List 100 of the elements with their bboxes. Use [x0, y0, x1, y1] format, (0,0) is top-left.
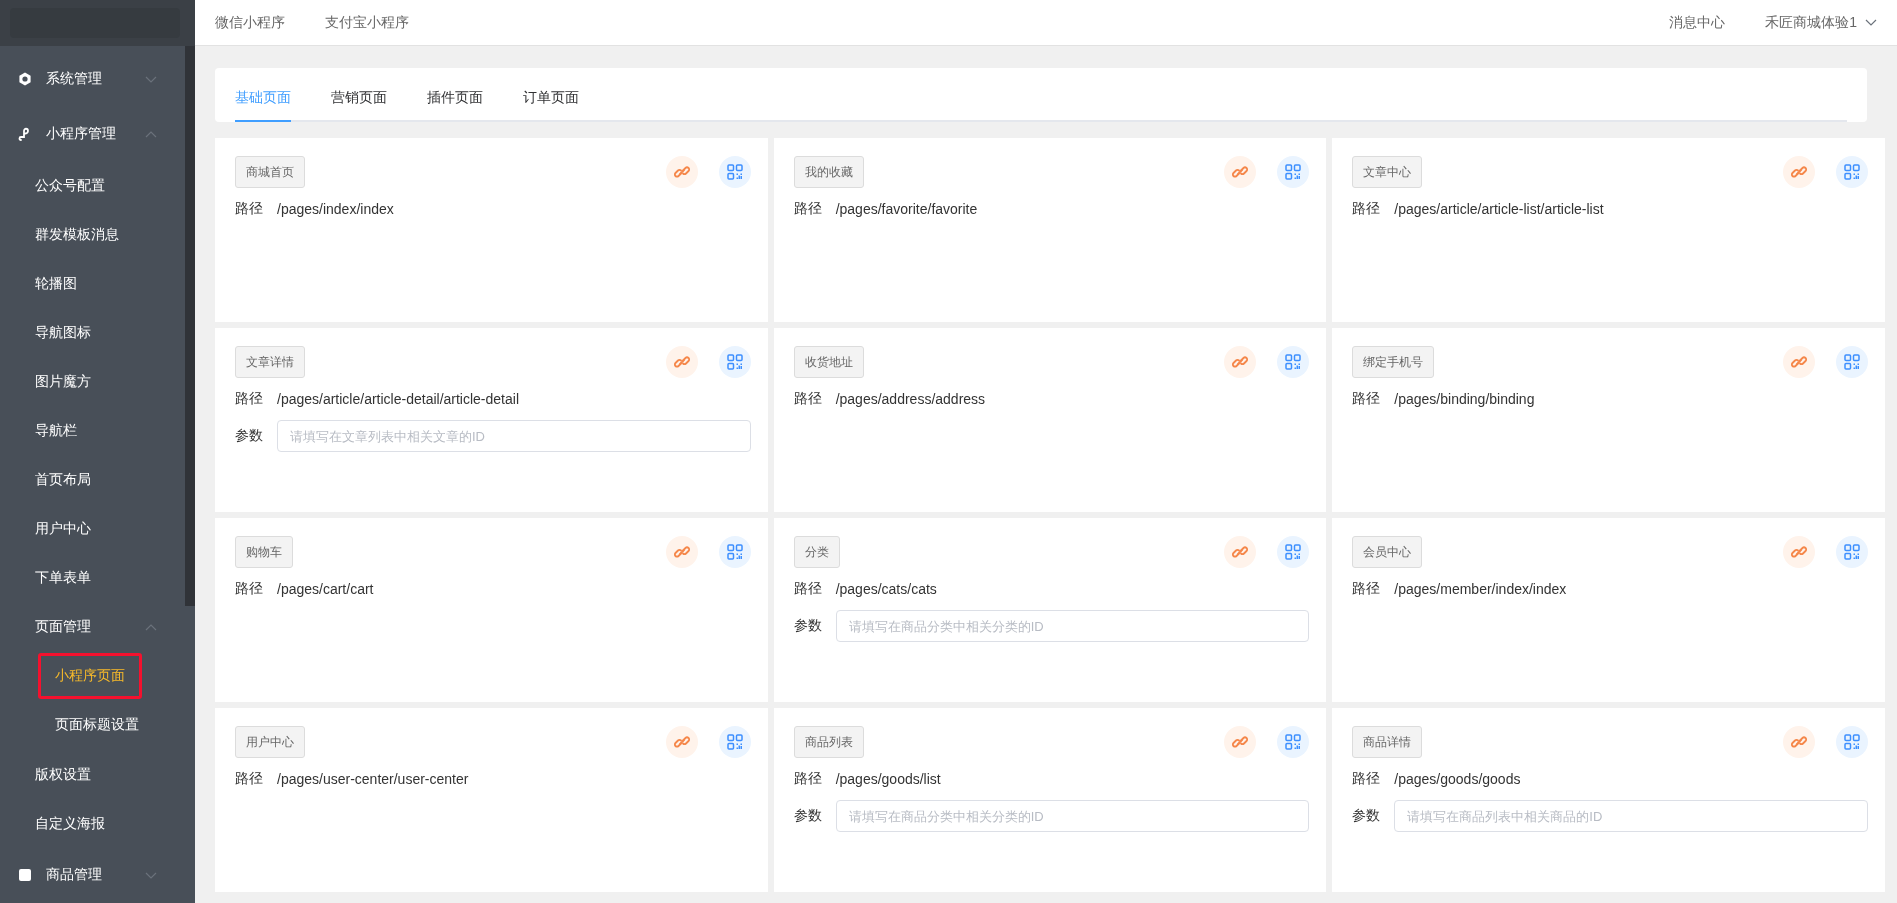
message-center-link[interactable]: 消息中心 [1669, 13, 1726, 32]
path-label: 路径 [1352, 580, 1382, 598]
page-name-tag: 文章中心 [1352, 156, 1423, 188]
user-menu[interactable]: 禾匠商城体验1 [1765, 13, 1857, 32]
menu-item[interactable]: 自定义海报 [0, 799, 185, 849]
menu-group[interactable]: 商品管理 [0, 848, 185, 903]
param-label: 参数 [793, 807, 823, 825]
menu-item[interactable]: 版权设置 [0, 750, 185, 799]
page-path: /pages/index/index [277, 201, 394, 217]
qr-code-icon [726, 164, 743, 180]
platform-link[interactable]: 微信小程序 [215, 13, 285, 32]
page-path: /pages/favorite/favorite [835, 201, 978, 217]
page-path: /pages/member/index/index [1394, 581, 1567, 597]
qr-code-button[interactable] [1277, 346, 1310, 378]
qr-code-button[interactable] [1277, 726, 1310, 758]
path-label: 路径 [235, 770, 264, 788]
path-label: 路径 [235, 200, 264, 218]
page-path: /pages/goods/goods [1394, 771, 1521, 787]
menu-group[interactable]: 系统管理 [0, 52, 185, 107]
tab[interactable]: 订单页面 [523, 89, 579, 122]
qr-code-icon [1844, 354, 1860, 370]
submenu-item[interactable]: 小程序页面 [38, 653, 142, 700]
qr-code-button[interactable] [1836, 346, 1868, 378]
page-path: /pages/user-center/user-center [277, 771, 469, 787]
copy-link-button[interactable] [1224, 536, 1257, 568]
copy-link-button[interactable] [1783, 536, 1815, 568]
path-label: 路径 [793, 200, 823, 218]
page-name-tag: 用户中心 [235, 726, 305, 758]
chevron-down-icon [145, 75, 157, 83]
param-input[interactable]: 请填写在商品分类中相关分类的ID [835, 610, 1310, 642]
copy-link-button[interactable] [1783, 726, 1815, 758]
param-label: 参数 [793, 617, 823, 635]
page-path: /pages/goods/list [835, 771, 941, 787]
path-label: 路径 [1352, 200, 1382, 218]
tab[interactable]: 插件页面 [427, 89, 483, 122]
qr-code-button[interactable] [718, 536, 751, 568]
chevron-up-icon [145, 130, 157, 138]
qr-code-button[interactable] [1836, 156, 1868, 188]
submenu-item[interactable]: 页面标题设置 [38, 702, 156, 749]
menu-item[interactable]: 图片魔方 [0, 357, 185, 407]
copy-link-button[interactable] [1224, 726, 1257, 758]
param-input[interactable]: 请填写在文章列表中相关文章的ID [277, 420, 751, 452]
copy-link-button[interactable] [1783, 346, 1815, 378]
qr-code-button[interactable] [1277, 536, 1310, 568]
page-path: /pages/binding/binding [1394, 391, 1535, 407]
qr-code-button[interactable] [718, 346, 751, 378]
gear-icon [18, 72, 32, 87]
qr-code-button[interactable] [718, 726, 751, 758]
menu-item[interactable]: 群发模板消息 [0, 210, 185, 260]
param-input[interactable]: 请填写在商品分类中相关分类的ID [835, 800, 1310, 832]
chevron-down-icon [145, 872, 157, 879]
qr-code-icon [726, 734, 743, 750]
menu-item[interactable]: 导航图标 [0, 308, 185, 358]
copy-link-button[interactable] [665, 536, 698, 568]
menu-item[interactable]: 公众号配置 [0, 161, 185, 211]
page-path: /pages/article/article-list/article-list [1394, 201, 1604, 217]
path-label: 路径 [235, 390, 264, 408]
scrollbar[interactable] [185, 46, 195, 606]
page-name-tag: 绑定手机号 [1352, 346, 1435, 378]
copy-link-button[interactable] [665, 346, 698, 378]
param-label: 参数 [1352, 807, 1382, 825]
submenu-group[interactable]: 页面管理 [0, 602, 185, 652]
copy-link-button[interactable] [665, 156, 698, 188]
page-path: /pages/cart/cart [277, 581, 374, 597]
path-label: 路径 [793, 770, 823, 788]
qr-code-icon [1285, 164, 1302, 180]
menu-item[interactable]: 用户中心 [0, 504, 185, 554]
copy-link-button[interactable] [1783, 156, 1815, 188]
chevron-up-icon [145, 623, 157, 631]
page-name-tag: 会员中心 [1352, 536, 1423, 568]
page-name-tag: 分类 [793, 536, 840, 568]
copy-link-button[interactable] [1224, 346, 1257, 378]
menu-item[interactable]: 首页布局 [0, 455, 185, 505]
qr-code-icon [1844, 544, 1860, 560]
qr-code-button[interactable] [1277, 156, 1310, 188]
chevron-down-icon [1865, 19, 1877, 26]
copy-link-button[interactable] [665, 726, 698, 758]
page-name-tag: 商城首页 [235, 156, 305, 188]
menu-item[interactable]: 轮播图 [0, 259, 185, 309]
qr-code-button[interactable] [1836, 536, 1868, 568]
menu-group[interactable]: 小程序管理 [0, 106, 185, 162]
qr-code-button[interactable] [718, 156, 751, 188]
menu-item[interactable]: 下单表单 [0, 553, 185, 603]
qr-code-icon [1285, 734, 1302, 750]
tab[interactable]: 营销页面 [331, 89, 387, 122]
path-label: 路径 [1352, 770, 1382, 788]
qr-code-button[interactable] [1836, 726, 1868, 758]
qr-code-icon [726, 354, 743, 370]
page-name-tag: 商品列表 [793, 726, 864, 758]
page-name-tag: 收货地址 [793, 346, 864, 378]
page-name-tag: 我的收藏 [793, 156, 864, 188]
qr-code-icon [1285, 544, 1302, 560]
qr-code-icon [1844, 164, 1860, 180]
path-label: 路径 [1352, 390, 1382, 408]
copy-link-button[interactable] [1224, 156, 1257, 188]
page-path: /pages/cats/cats [835, 581, 937, 597]
platform-link[interactable]: 支付宝小程序 [325, 13, 409, 32]
box-icon [18, 868, 32, 883]
menu-item[interactable]: 导航栏 [0, 406, 185, 456]
param-input[interactable]: 请填写在商品列表中相关商品的ID [1394, 800, 1868, 832]
